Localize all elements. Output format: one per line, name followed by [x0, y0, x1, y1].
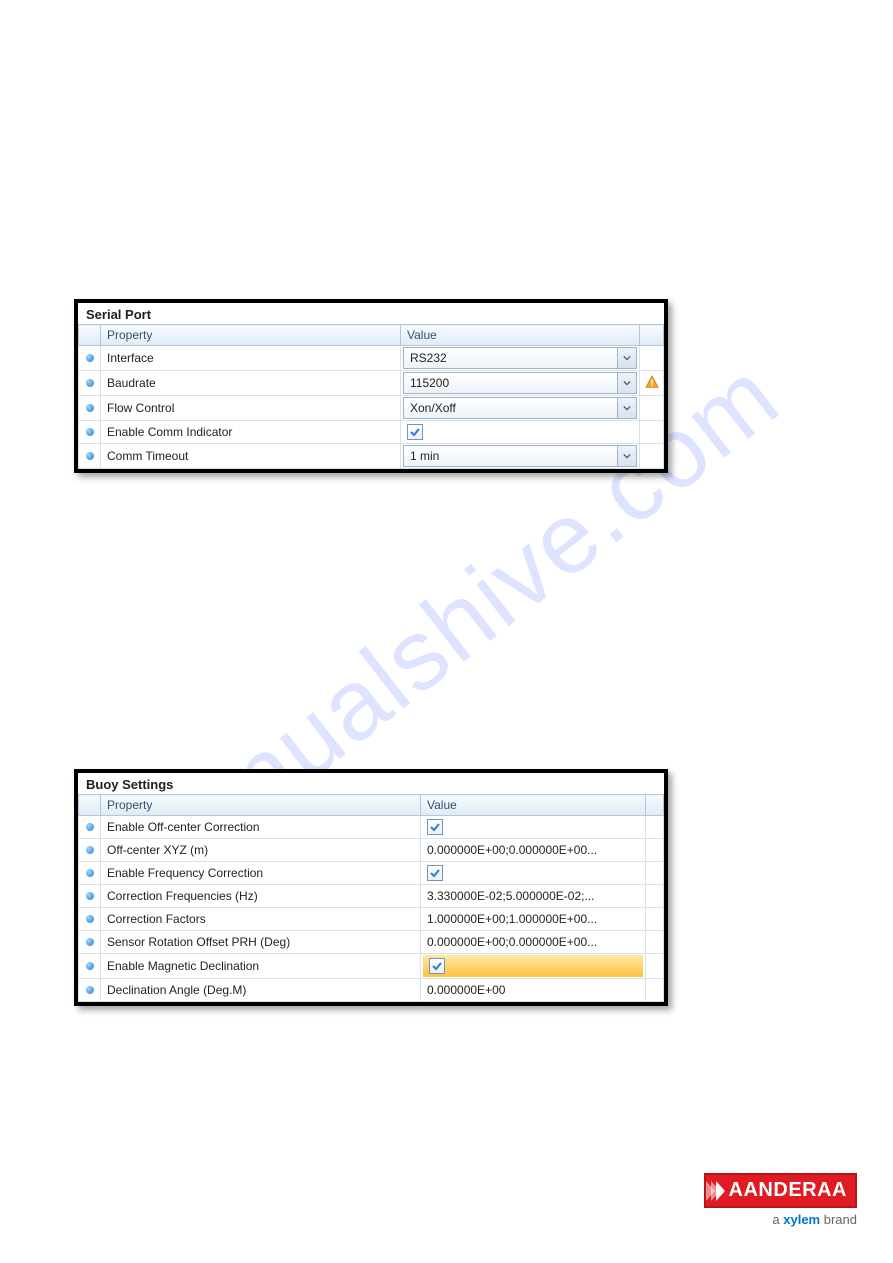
buoy-settings-panel: Buoy Settings Property Value Enable Off-… [74, 769, 668, 1006]
dropdown-value: 1 min [404, 449, 617, 463]
bullet-icon [86, 379, 94, 387]
dropdown[interactable]: Xon/Xoff [403, 397, 637, 419]
checkbox[interactable] [427, 819, 443, 835]
property-label: Enable Frequency Correction [101, 862, 420, 884]
brand-name: AANDERAA [729, 1179, 847, 1202]
value-text: 1.000000E+00;1.000000E+00... [421, 908, 645, 930]
table-row: Comm Timeout 1 min [79, 444, 664, 469]
chevron-down-icon[interactable] [617, 446, 636, 466]
dropdown[interactable]: RS232 [403, 347, 637, 369]
table-row: Correction Frequencies (Hz)3.330000E-02;… [79, 885, 664, 908]
chevron-down-icon[interactable] [617, 373, 636, 393]
brand-logo: AANDERAA [704, 1173, 857, 1208]
property-label: Correction Frequencies (Hz) [101, 885, 420, 907]
bullet-icon [86, 869, 94, 877]
table-row: Baudrate 115200 [79, 371, 664, 396]
bullet-icon [86, 823, 94, 831]
buoy-settings-title: Buoy Settings [78, 773, 664, 794]
bullet-icon [86, 846, 94, 854]
serial-port-table: Property Value Interface RS232 Baudrate 115… [78, 324, 664, 469]
serial-port-panel: Serial Port Property Value Interface RS23… [74, 299, 668, 473]
table-row: Enable Frequency Correction [79, 862, 664, 885]
value-text: 0.000000E+00;0.000000E+00... [421, 931, 645, 953]
property-label: Baudrate [101, 372, 400, 394]
property-label: Comm Timeout [101, 445, 400, 467]
table-row: Declination Angle (Deg.M)0.000000E+00 [79, 979, 664, 1002]
property-label: Enable Magnetic Declination [101, 955, 420, 977]
table-row: Enable Comm Indicator [79, 421, 664, 444]
serial-header-property: Property [101, 325, 401, 346]
bullet-icon [86, 986, 94, 994]
dropdown-value: 115200 [404, 376, 617, 390]
bullet-icon [86, 428, 94, 436]
table-row: Off-center XYZ (m)0.000000E+00;0.000000E… [79, 839, 664, 862]
checkbox[interactable] [427, 865, 443, 881]
table-row: Interface RS232 [79, 346, 664, 371]
chevron-down-icon[interactable] [617, 348, 636, 368]
property-label: Interface [101, 347, 400, 369]
bullet-icon [86, 938, 94, 946]
bullet-icon [86, 892, 94, 900]
brand-tagline: a xylem brand [704, 1212, 857, 1227]
property-label: Enable Off-center Correction [101, 816, 420, 838]
property-label: Flow Control [101, 397, 400, 419]
checkbox[interactable] [429, 958, 445, 974]
warning-icon [645, 378, 659, 392]
dropdown-value: RS232 [404, 351, 617, 365]
value-text: 0.000000E+00 [421, 979, 645, 1001]
dropdown-value: Xon/Xoff [404, 401, 617, 415]
table-row: Correction Factors1.000000E+00;1.000000E… [79, 908, 664, 931]
buoy-header-value: Value [421, 795, 646, 816]
buoy-header-property: Property [101, 795, 421, 816]
value-text: 0.000000E+00;0.000000E+00... [421, 839, 645, 861]
dropdown[interactable]: 1 min [403, 445, 637, 467]
bullet-icon [86, 915, 94, 923]
table-row: Enable Magnetic Declination [79, 954, 664, 979]
checkbox[interactable] [407, 424, 423, 440]
bullet-icon [86, 404, 94, 412]
table-row: Sensor Rotation Offset PRH (Deg)0.000000… [79, 931, 664, 954]
serial-port-title: Serial Port [78, 303, 664, 324]
table-row: Flow Control Xon/Xoff [79, 396, 664, 421]
serial-header-value: Value [401, 325, 640, 346]
property-label: Declination Angle (Deg.M) [101, 979, 420, 1001]
value-text: 3.330000E-02;5.000000E-02;... [421, 885, 645, 907]
bullet-icon [86, 354, 94, 362]
buoy-settings-table: Property Value Enable Off-center Correct… [78, 794, 664, 1002]
bullet-icon [86, 452, 94, 460]
property-label: Sensor Rotation Offset PRH (Deg) [101, 931, 420, 953]
brand-block: AANDERAA a xylem brand [704, 1173, 857, 1227]
brand-chevrons-icon [710, 1181, 725, 1201]
chevron-down-icon[interactable] [617, 398, 636, 418]
dropdown[interactable]: 115200 [403, 372, 637, 394]
property-label: Correction Factors [101, 908, 420, 930]
property-label: Off-center XYZ (m) [101, 839, 420, 861]
table-row: Enable Off-center Correction [79, 816, 664, 839]
property-label: Enable Comm Indicator [101, 421, 400, 443]
bullet-icon [86, 962, 94, 970]
